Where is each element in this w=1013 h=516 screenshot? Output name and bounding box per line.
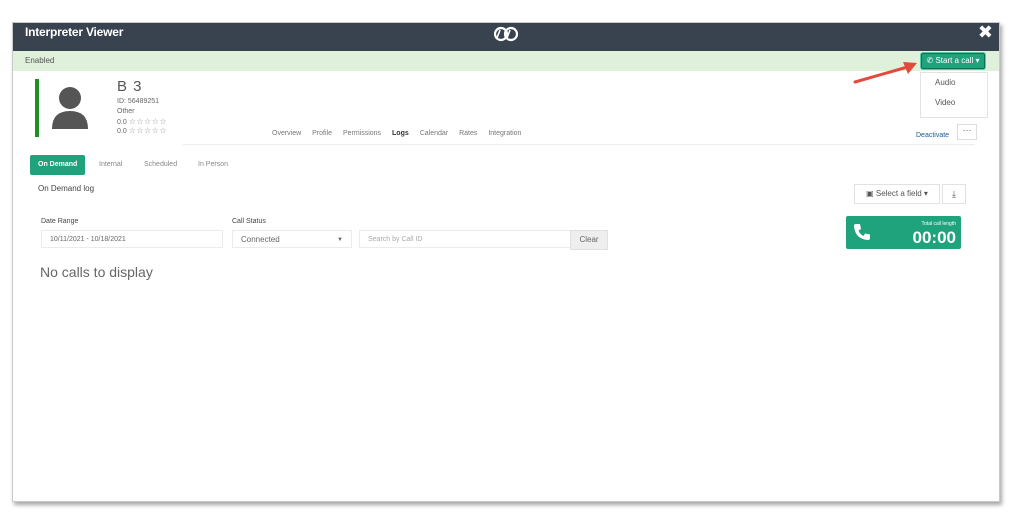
start-call-button[interactable]: ✆ Start a call ▾ [921, 53, 985, 69]
profile-type: Other [117, 108, 135, 115]
subtab-internal[interactable]: Internal [99, 155, 122, 175]
call-status-select[interactable]: Connected ▼ [232, 230, 352, 248]
dropdown-arrow-icon: ▼ [337, 237, 343, 243]
app-logo-icon [493, 26, 519, 42]
total-call-length-card: Total call length 00:00 [846, 216, 961, 249]
caret-down-icon: ▾ [923, 189, 928, 198]
subtab-on-demand[interactable]: On Demand [30, 155, 86, 175]
calendar-icon: ▣ [866, 189, 874, 198]
tab-rates[interactable]: Rates [459, 130, 477, 137]
rating-value-2: 0.0 [117, 128, 127, 135]
tab-calendar[interactable]: Calendar [420, 130, 448, 137]
tab-permissions[interactable]: Permissions [343, 130, 381, 137]
rating-value-1: 0.0 [117, 119, 127, 126]
section-title: On Demand log [38, 184, 95, 193]
more-options-button[interactable]: ··· [957, 124, 977, 140]
start-call-label: Start a call [935, 56, 974, 65]
rating-row-1: 0.0 ☆☆☆☆☆ [117, 117, 167, 126]
top-bar: Interpreter Viewer ✖ [13, 23, 999, 51]
deactivate-link[interactable]: Deactivate [916, 132, 949, 139]
tab-logs[interactable]: Logs [392, 130, 409, 137]
total-call-length-value: 00:00 [912, 228, 956, 247]
subtab-in-person[interactable]: In Person [198, 155, 228, 175]
phone-icon: ✆ [926, 56, 934, 65]
star-rating-icon: ☆☆☆☆☆ [128, 126, 168, 135]
status-text: Enabled [25, 56, 55, 65]
download-icon[interactable]: ⤓ [942, 184, 966, 204]
menu-item-audio[interactable]: Audio [921, 73, 987, 93]
rating-row-2: 0.0 ☆☆☆☆☆ [117, 126, 167, 135]
tab-overview[interactable]: Overview [272, 130, 301, 137]
profile-tabs: Overview Profile Permissions Logs Calend… [272, 130, 530, 137]
annotation-arrow-icon [853, 62, 917, 84]
subtab-scheduled[interactable]: Scheduled [144, 155, 177, 175]
avatar-icon [52, 87, 88, 129]
search-call-id-input[interactable]: Search by Call ID [359, 230, 571, 248]
call-status-value: Connected [241, 235, 280, 244]
clear-button[interactable]: Clear [570, 230, 608, 250]
start-call-menu: Audio Video [920, 72, 988, 118]
window-title: Interpreter Viewer [25, 25, 124, 39]
tab-integration[interactable]: Integration [488, 130, 521, 137]
date-range-label: Date Range [41, 218, 79, 225]
phone-icon [854, 224, 870, 240]
empty-state-text: No calls to display [40, 264, 153, 280]
total-call-length-label: Total call length [921, 221, 956, 227]
date-range-input[interactable]: 10/11/2021 - 10/18/2021 [41, 230, 223, 248]
star-rating-icon: ☆☆☆☆☆ [128, 117, 168, 126]
status-indicator-bar [35, 79, 39, 137]
interpreter-viewer-window: Interpreter Viewer ✖ Enabled ✆ Start a c… [12, 22, 1000, 502]
select-field-label: Select a field [875, 189, 922, 198]
chevron-down-icon: ▾ [975, 56, 980, 65]
menu-item-video[interactable]: Video [921, 93, 987, 113]
close-icon[interactable]: ✖ [978, 23, 993, 42]
profile-id: ID: 56489251 [117, 98, 160, 105]
tab-divider [183, 144, 975, 145]
call-status-label: Call Status [232, 218, 266, 225]
profile-name: B 3 [117, 78, 143, 95]
tab-profile[interactable]: Profile [312, 130, 332, 137]
select-field-button[interactable]: ▣ Select a field ▾ [854, 184, 940, 204]
